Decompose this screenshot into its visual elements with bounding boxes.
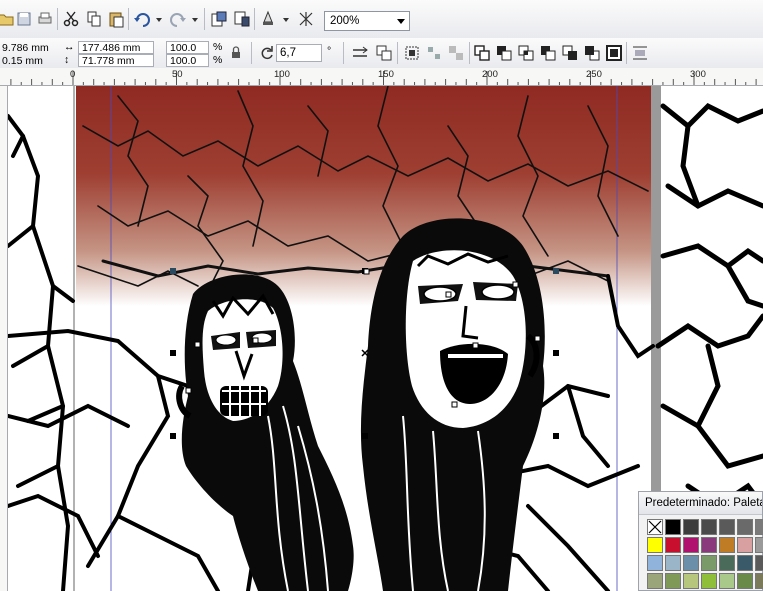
color-swatch[interactable] bbox=[701, 537, 717, 553]
ungroup-all-icon[interactable] bbox=[446, 43, 466, 63]
separator bbox=[469, 42, 470, 64]
import-icon[interactable] bbox=[209, 9, 229, 29]
width-icon: ↔ bbox=[64, 41, 75, 53]
print-icon[interactable] bbox=[35, 9, 55, 29]
separator bbox=[57, 8, 58, 30]
cut-icon[interactable] bbox=[61, 9, 81, 29]
rotation-field[interactable]: 6,7 bbox=[276, 44, 322, 62]
separator bbox=[397, 42, 398, 64]
intersect-icon[interactable] bbox=[516, 43, 536, 63]
color-swatch[interactable] bbox=[683, 537, 699, 553]
scale-x-field[interactable]: 100.0 bbox=[166, 41, 209, 54]
color-swatch[interactable] bbox=[701, 573, 717, 589]
export-icon[interactable] bbox=[232, 9, 252, 29]
standard-toolbar: 200% bbox=[0, 0, 763, 39]
height-icon: ↕ bbox=[64, 54, 70, 66]
color-swatch[interactable] bbox=[755, 537, 763, 553]
undo-icon[interactable] bbox=[132, 9, 152, 29]
zoom-level-select[interactable]: 200% bbox=[324, 11, 410, 31]
color-swatch[interactable] bbox=[683, 555, 699, 571]
color-swatch[interactable] bbox=[737, 537, 753, 553]
color-swatch[interactable] bbox=[719, 573, 735, 589]
redo-icon[interactable] bbox=[168, 9, 188, 29]
back-minus-front-icon[interactable] bbox=[582, 43, 602, 63]
boundary-icon[interactable] bbox=[604, 43, 624, 63]
paste-icon[interactable] bbox=[106, 9, 126, 29]
color-swatch[interactable] bbox=[665, 519, 681, 535]
undo-dropdown-icon[interactable] bbox=[156, 18, 162, 22]
scale-x-unit: % bbox=[213, 41, 223, 53]
color-swatch[interactable] bbox=[665, 555, 681, 571]
ruler-label: 150 bbox=[378, 69, 394, 80]
ruler-label: 0 bbox=[70, 69, 76, 80]
color-swatch[interactable] bbox=[755, 573, 763, 589]
color-swatch[interactable] bbox=[647, 555, 663, 571]
palette-title: Predeterminado: Paleta bbox=[639, 492, 762, 515]
lock-ratio-icon[interactable] bbox=[226, 43, 246, 63]
zoom-dropdown-icon bbox=[397, 19, 405, 24]
launcher-dropdown-icon[interactable] bbox=[283, 18, 289, 22]
ruler-label: 200 bbox=[482, 69, 498, 80]
color-swatch[interactable] bbox=[647, 573, 663, 589]
color-swatch[interactable] bbox=[719, 519, 735, 535]
ruler-label: 300 bbox=[690, 69, 706, 80]
x-position-field[interactable]: 9.786 mm bbox=[0, 41, 58, 54]
scale-y-unit: % bbox=[213, 54, 223, 66]
ruler-label: 250 bbox=[586, 69, 602, 80]
color-swatch[interactable] bbox=[719, 537, 735, 553]
front-minus-back-icon[interactable] bbox=[560, 43, 580, 63]
color-swatch[interactable] bbox=[647, 537, 663, 553]
simplify-icon[interactable] bbox=[538, 43, 558, 63]
redo-dropdown-icon[interactable] bbox=[192, 18, 198, 22]
separator bbox=[626, 42, 627, 64]
rotation-icon bbox=[257, 43, 277, 63]
welcome-screen-icon[interactable] bbox=[296, 9, 316, 29]
scale-y-field[interactable]: 100.0 bbox=[166, 54, 209, 67]
align-distribute-icon[interactable] bbox=[630, 43, 650, 63]
horizontal-ruler: 0 50 100 150 200 250 300 bbox=[0, 68, 763, 86]
width-field[interactable]: 177.486 mm bbox=[78, 41, 154, 54]
vertical-ruler bbox=[0, 86, 8, 591]
separator bbox=[204, 8, 205, 30]
height-field[interactable]: 71.778 mm bbox=[78, 54, 154, 67]
separator bbox=[128, 8, 129, 30]
color-swatch[interactable] bbox=[755, 519, 763, 535]
ruler-label: 50 bbox=[172, 69, 183, 80]
separator bbox=[254, 8, 255, 30]
zoom-level-value: 200% bbox=[330, 15, 360, 27]
no-color-swatch[interactable] bbox=[647, 519, 663, 535]
color-swatch[interactable] bbox=[683, 519, 699, 535]
application-launcher-icon[interactable] bbox=[258, 9, 278, 29]
color-swatch[interactable] bbox=[755, 555, 763, 571]
save-icon[interactable] bbox=[14, 9, 34, 29]
y-position-field[interactable]: 0.15 mm bbox=[0, 54, 58, 67]
separator bbox=[343, 42, 344, 64]
property-bar: 9.786 mm 0.15 mm ↔ ↕ 177.486 mm 71.778 m… bbox=[0, 38, 763, 69]
color-swatch[interactable] bbox=[701, 519, 717, 535]
break-apart-icon[interactable] bbox=[424, 43, 444, 63]
color-swatch[interactable] bbox=[683, 573, 699, 589]
group-icon[interactable] bbox=[374, 43, 394, 63]
left-zombie-head[interactable] bbox=[176, 274, 354, 591]
ruler-label: 100 bbox=[274, 69, 290, 80]
color-swatch[interactable] bbox=[665, 573, 681, 589]
copy-icon[interactable] bbox=[84, 9, 104, 29]
color-swatch[interactable] bbox=[719, 555, 735, 571]
color-swatch[interactable] bbox=[737, 519, 753, 535]
left-cracks bbox=[8, 114, 75, 591]
color-palette-docker: Predeterminado: Paleta bbox=[638, 491, 763, 591]
color-swatch[interactable] bbox=[737, 555, 753, 571]
combine-icon[interactable] bbox=[402, 43, 422, 63]
color-swatch[interactable] bbox=[737, 573, 753, 589]
weld-icon[interactable] bbox=[472, 43, 492, 63]
trim-icon[interactable] bbox=[494, 43, 514, 63]
color-swatch[interactable] bbox=[701, 555, 717, 571]
separator bbox=[251, 42, 252, 64]
rotation-unit: ° bbox=[327, 45, 332, 57]
color-swatch[interactable] bbox=[665, 537, 681, 553]
mirror-icon[interactable] bbox=[350, 43, 370, 63]
